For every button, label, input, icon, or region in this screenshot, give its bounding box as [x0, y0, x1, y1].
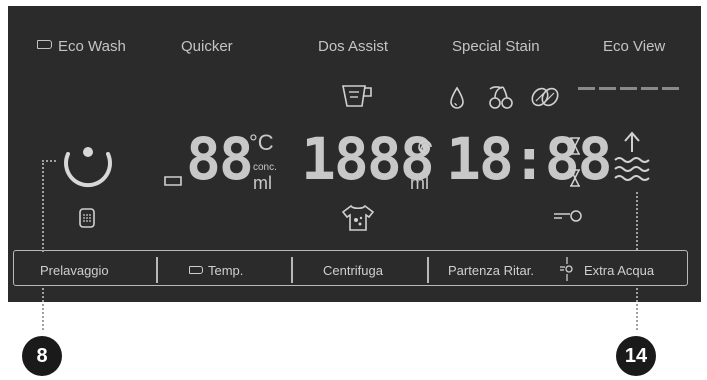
tag-icon: [189, 266, 203, 274]
callout-14-leader: [636, 192, 638, 250]
callout-8-leader: [42, 160, 44, 252]
callout-14: 14: [616, 336, 656, 376]
mode-special-stain[interactable]: Special Stain: [452, 38, 540, 55]
mode-eco-view[interactable]: Eco View: [603, 38, 665, 55]
centrifuga-button[interactable]: Centrifuga: [323, 263, 383, 278]
measuring-cup-icon: [342, 85, 372, 107]
temperature-display: 88: [186, 125, 254, 193]
ml-label-left: ml: [253, 173, 272, 193]
key-divider-icon: [560, 257, 573, 281]
eco-view-bars: [578, 77, 683, 95]
tag-icon: [37, 40, 52, 49]
waves-arrow-icon: [614, 131, 650, 181]
mode-eco-wash-label: Eco Wash: [58, 38, 126, 55]
temp-button[interactable]: Temp.: [189, 263, 243, 278]
callout-14-leader-lower: [636, 288, 638, 330]
leaf-icon: [531, 87, 559, 107]
temp-button-label: Temp.: [208, 263, 244, 278]
spiral-icon: [418, 140, 432, 154]
tag-icon: [164, 176, 182, 186]
callout-8-leader-top: [42, 160, 56, 162]
drop-icon: [450, 86, 464, 109]
cherries-icon: [489, 86, 513, 109]
prelavaggio-button[interactable]: Prelavaggio: [40, 263, 109, 278]
callout-8-leader-lower: [42, 288, 44, 330]
time-display: 18:88: [446, 125, 613, 193]
temperature-unit: °C: [249, 130, 274, 155]
drum-icon: [79, 208, 95, 228]
callout-8: 8: [22, 336, 62, 376]
partenza-ritar-button[interactable]: Partenza Ritar.: [448, 263, 534, 278]
extra-acqua-button[interactable]: Extra Acqua: [584, 263, 654, 278]
ml-label-center: ml: [410, 173, 429, 193]
mode-dos-assist[interactable]: Dos Assist: [318, 38, 388, 55]
mode-eco-wash[interactable]: Eco Wash: [37, 38, 126, 55]
divider: [156, 257, 158, 283]
option-button-bar: Prelavaggio Temp. Centrifuga Partenza Ri…: [13, 250, 688, 286]
hourglass-icon: [570, 169, 580, 187]
shirt-stain-icon: [341, 204, 375, 231]
hourglass-icon: [570, 137, 580, 155]
mode-quicker[interactable]: Quicker: [181, 38, 233, 55]
power-dial-icon: [64, 147, 112, 188]
conc-label: conc.: [253, 162, 277, 173]
divider: [291, 257, 293, 283]
divider: [427, 257, 429, 283]
key-icon: [554, 210, 582, 222]
